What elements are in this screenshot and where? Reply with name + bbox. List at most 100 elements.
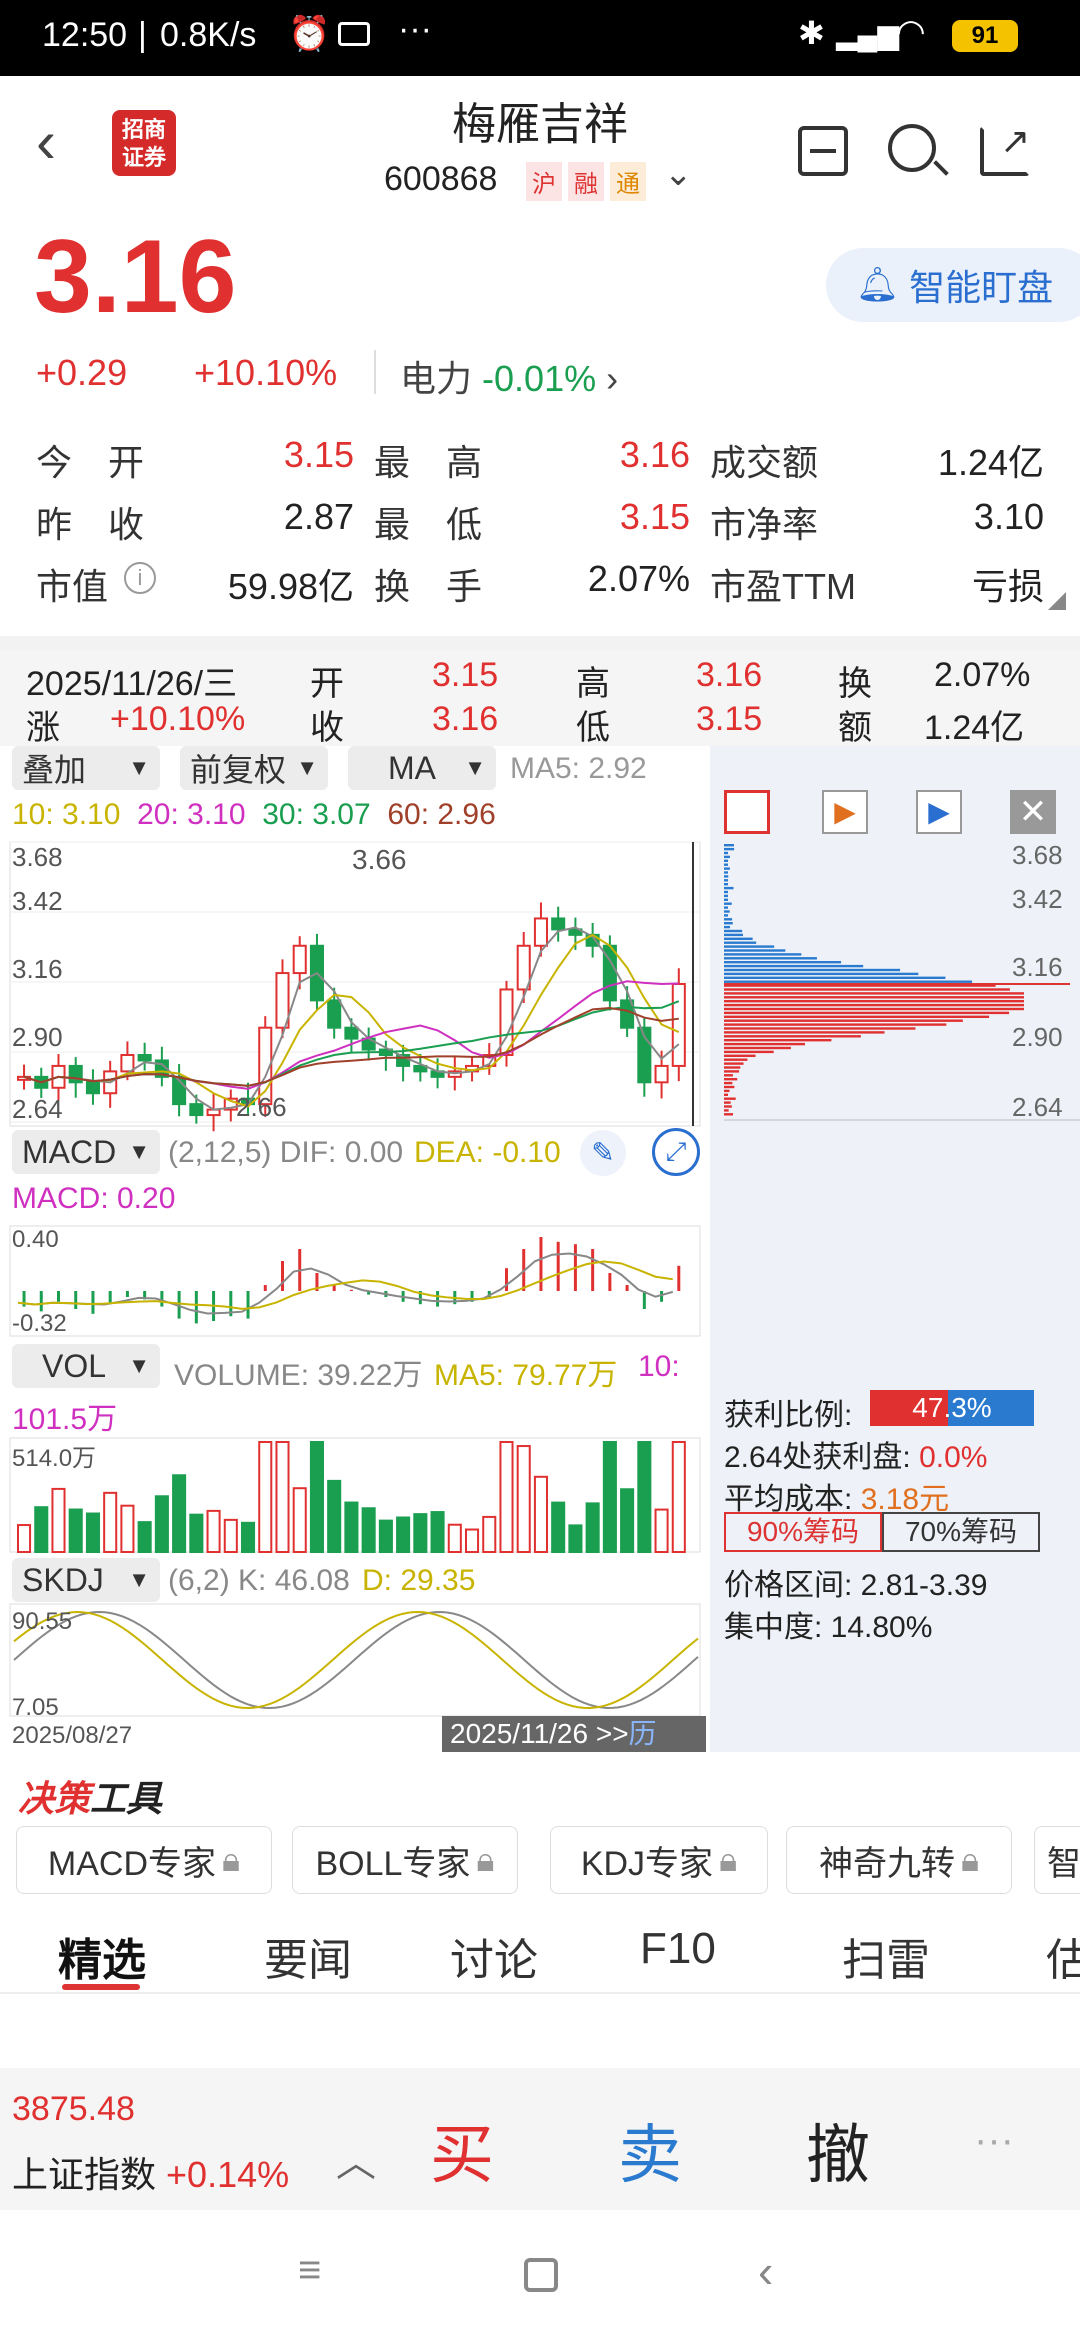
chip-bar	[724, 1019, 963, 1022]
menu-icon[interactable]: ≡	[298, 2248, 321, 2293]
chip-70-button[interactable]: 70%筹码	[882, 1512, 1040, 1552]
end-date-button[interactable]: 2025/11/26 >>历	[442, 1716, 706, 1752]
chip-90-button[interactable]: 90%筹码	[724, 1512, 882, 1552]
cancel-button[interactable]: 撤	[806, 2104, 870, 2196]
candle-body	[292, 944, 307, 975]
skdj-select[interactable]: SKDJ ▼	[12, 1558, 160, 1602]
tool-kdj[interactable]: KDJ专家 🔒︎	[550, 1826, 768, 1894]
chip-view-icon-2[interactable]: ▶	[822, 790, 868, 834]
tool-nine[interactable]: 神奇九转 🔒︎	[786, 1826, 1012, 1894]
macd-select[interactable]: MACD ▼	[12, 1130, 160, 1174]
chip-bar	[724, 1054, 756, 1057]
chip-bar	[724, 855, 730, 859]
vol-select[interactable]: VOL ▼	[12, 1344, 160, 1388]
chip-bar	[724, 953, 802, 956]
chip-bar	[724, 1000, 1024, 1003]
fullscreen-icon[interactable]: ⤢	[652, 1128, 700, 1176]
chip-bar	[724, 957, 817, 960]
volume-chart	[9, 1437, 701, 1554]
start-date: 2025/08/27	[12, 1722, 133, 1749]
sell-button[interactable]: 卖	[618, 2104, 682, 2196]
search-icon[interactable]	[888, 124, 936, 172]
ma-select[interactable]: MA ▼	[348, 746, 496, 790]
tool-boll[interactable]: BOLL专家 🔒︎	[292, 1826, 518, 1894]
chip-bar	[724, 1066, 741, 1069]
chip-bar	[724, 1081, 733, 1085]
kline-chart-area[interactable]	[0, 836, 710, 1756]
chip-bar	[724, 1046, 791, 1050]
expand-corner-icon[interactable]	[1048, 592, 1066, 610]
chip-bar	[724, 1097, 736, 1100]
index-name-row[interactable]: 上证指数 +0.14%	[12, 2146, 289, 2198]
vol-bar	[637, 1441, 652, 1553]
home-icon[interactable]	[524, 2258, 558, 2292]
chip-view-icon-1[interactable]	[724, 790, 770, 834]
tab-risk[interactable]: 扫雷	[842, 1924, 930, 1988]
more-icon[interactable]: ···	[974, 2118, 1014, 2163]
lock-icon: 🔒︎	[476, 1840, 495, 1879]
tool-macd[interactable]: MACD专家 🔒︎	[16, 1826, 272, 1894]
low-label: 2.66	[236, 1092, 287, 1122]
tab-discuss[interactable]: 讨论	[450, 1924, 538, 1988]
skdj-chart	[9, 1603, 701, 1717]
dropdown-icon: ▼	[128, 1139, 150, 1164]
vol-bar	[120, 1504, 135, 1553]
vol-bar	[85, 1512, 100, 1554]
tab-featured[interactable]: 精选	[58, 1924, 146, 1988]
status-bar: 12:50 | 0.8K/s ⏰ ··· ✱ ▂▄▆ ◠ 91	[0, 0, 1080, 76]
macd-chart	[9, 1225, 701, 1337]
buy-button[interactable]: 买	[430, 2104, 494, 2196]
tag-connect: 通	[610, 162, 646, 201]
chip-bar	[724, 937, 753, 940]
back-icon[interactable]: ‹	[36, 112, 56, 172]
tab-f10[interactable]: F10	[640, 1924, 716, 1974]
info-icon[interactable]: i	[124, 562, 156, 594]
sector-link[interactable]: 电力 -0.01% ›	[400, 350, 618, 402]
chip-bar	[724, 1007, 1024, 1011]
chip-bar	[724, 992, 1024, 995]
skdj-line	[13, 1611, 699, 1709]
vol-bar	[137, 1521, 152, 1553]
minus-box-icon[interactable]	[798, 126, 848, 176]
chip-bar	[724, 1113, 734, 1116]
vol-bar	[447, 1523, 462, 1553]
chip-bar	[724, 1042, 805, 1046]
chevron-up-icon[interactable]: ︿	[336, 2130, 376, 2188]
vol-bar	[551, 1501, 566, 1553]
chip-bar	[724, 894, 728, 898]
chip-bar	[724, 1105, 732, 1108]
tag-margin: 融	[568, 162, 604, 201]
sector-label: 电力	[400, 358, 473, 399]
back-nav-icon[interactable]: ‹	[758, 2244, 773, 2298]
chevron-down-icon[interactable]: ⌄	[664, 154, 693, 194]
overlay-select[interactable]: 叠加 ▼	[12, 746, 160, 790]
index-value: 3875.48	[12, 2090, 135, 2128]
price-change: +0.29	[36, 352, 128, 393]
skdj-line	[13, 1611, 699, 1710]
chip-bar	[724, 906, 728, 909]
tool-more[interactable]: 智	[1034, 1826, 1080, 1894]
chip-bar	[724, 1011, 1010, 1015]
vol-bar	[533, 1475, 548, 1554]
chip-view-icon-3[interactable]: ▶	[916, 790, 962, 834]
clock: 12:50	[42, 16, 128, 54]
vol-bar	[327, 1479, 342, 1553]
vol-bar	[258, 1441, 273, 1553]
chip-bar	[724, 1050, 774, 1054]
chip-bar	[724, 949, 786, 952]
edit-icon[interactable]: ✎	[580, 1130, 626, 1176]
chip-bar	[724, 1070, 740, 1073]
chip-bar	[724, 879, 728, 882]
stock-name: 梅雁吉祥	[452, 100, 628, 149]
close-icon[interactable]: ✕	[1010, 790, 1056, 834]
tab-news[interactable]: 要闻	[264, 1924, 352, 1988]
vol-bar	[103, 1491, 118, 1553]
vol-bar	[568, 1524, 583, 1553]
vol-bar	[51, 1487, 66, 1553]
adjust-select[interactable]: 前复权 ▼	[180, 746, 328, 790]
vol-bar	[275, 1441, 290, 1553]
tab-valuation[interactable]: 估	[1046, 1924, 1080, 1988]
smart-watch-button[interactable]: 🔔︎ 智能盯盘	[826, 248, 1080, 322]
chip-bar	[724, 961, 842, 964]
vol-bar	[430, 1511, 445, 1554]
